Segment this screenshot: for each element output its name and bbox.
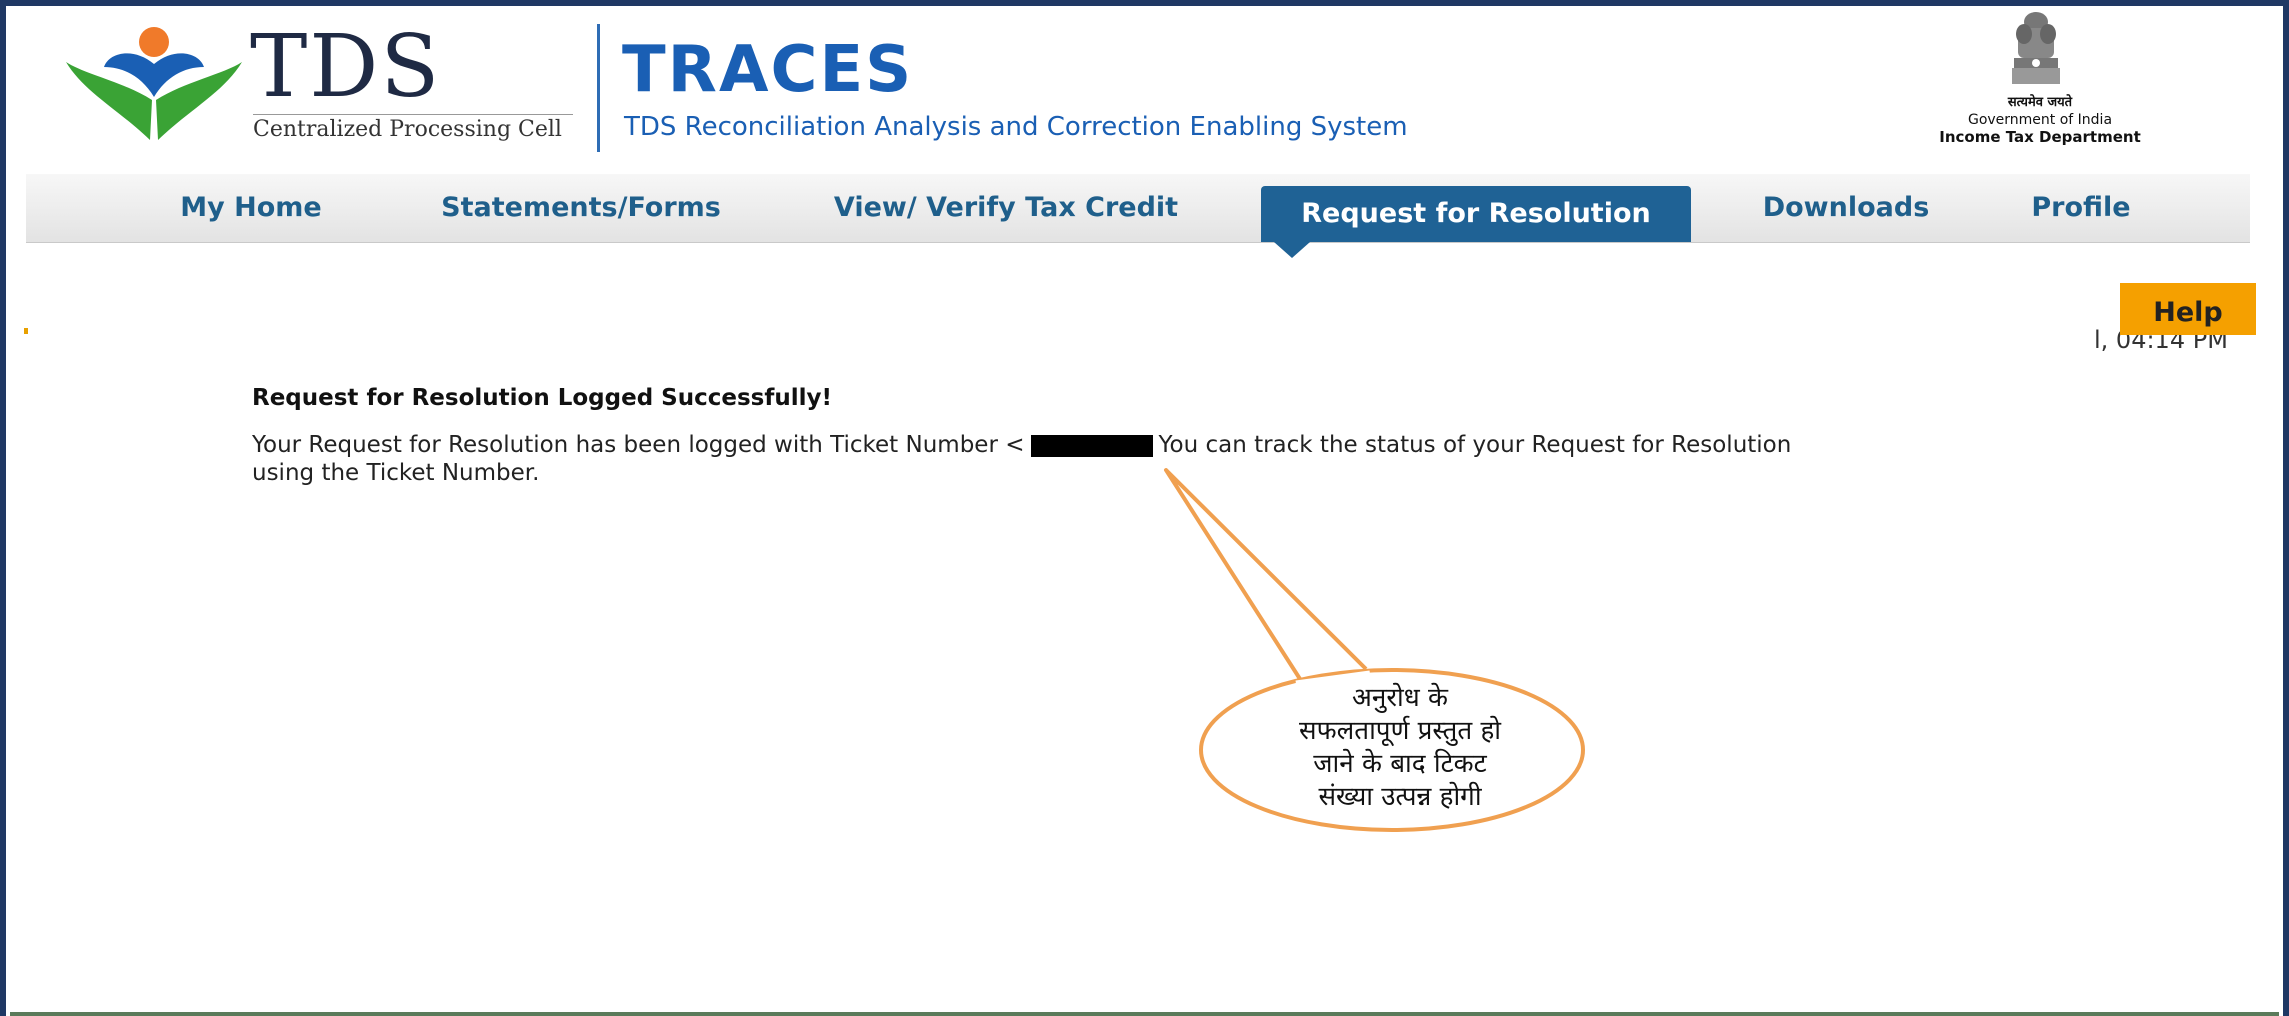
gov-motto: सत्यमेव जयते (2007, 95, 2073, 110)
success-message-line1: Your Request for Resolution has been log… (252, 432, 1791, 458)
header-divider (597, 24, 600, 152)
page-frame (0, 0, 2289, 1016)
left-marker (24, 328, 28, 334)
help-button[interactable]: Help (2120, 283, 2256, 335)
national-emblem-icon (2012, 12, 2060, 84)
callout-line: जाने के बाद टिकट (1313, 749, 1487, 779)
main-nav: My Home Statements/Forms View/ Verify Ta… (26, 174, 2250, 243)
nav-view-verify-tax-credit[interactable]: View/ Verify Tax Credit (806, 174, 1206, 242)
callout-text: अनुरोध के सफलतापूर्ण प्रस्तुत हो जाने के… (1250, 682, 1550, 814)
redacted-ticket-number (1030, 434, 1153, 457)
success-message-line2: using the Ticket Number. (252, 460, 540, 486)
traces-subtitle: TDS Reconciliation Analysis and Correcti… (624, 112, 1408, 142)
bottom-rule (10, 1012, 2279, 1016)
callout-line: सफलतापूर्ण प्रस्तुत हो (1299, 716, 1501, 746)
nav-request-for-resolution[interactable]: Request for Resolution (1261, 186, 1691, 242)
tds-wordmark: TDS (250, 17, 442, 117)
callout-line: अनुरोध के (1352, 683, 1448, 713)
nav-profile[interactable]: Profile (1996, 174, 2166, 242)
nav-my-home[interactable]: My Home (146, 174, 356, 242)
nav-downloads[interactable]: Downloads (1736, 174, 1956, 242)
message-text-before: Your Request for Resolution has been log… (252, 432, 1025, 458)
active-tab-pointer (1274, 242, 1310, 258)
tds-subtitle: Centralized Processing Cell (253, 114, 573, 142)
nav-statements-forms[interactable]: Statements/Forms (416, 174, 746, 242)
dept-name: Income Tax Department (1939, 128, 2141, 146)
success-title: Request for Resolution Logged Successful… (252, 385, 832, 411)
callout-line: संख्या उत्पन्न होगी (1318, 782, 1482, 812)
message-text-after: You can track the status of your Request… (1158, 432, 1792, 458)
traces-title: TRACES (622, 33, 914, 107)
gov-name: Government of India (1967, 112, 2113, 128)
tds-logo-icon (66, 27, 242, 140)
